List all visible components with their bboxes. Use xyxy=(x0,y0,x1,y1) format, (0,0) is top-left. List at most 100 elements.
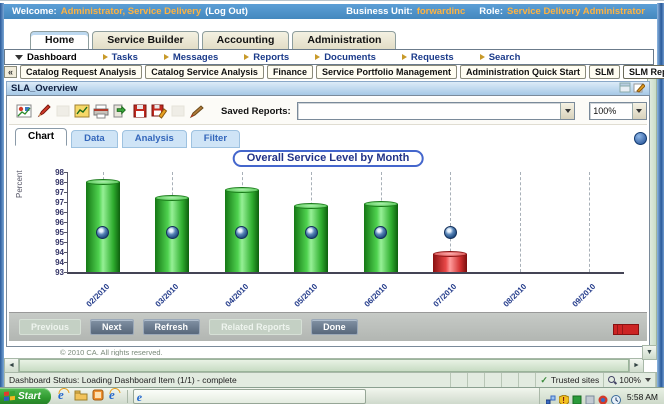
status-pane xyxy=(468,373,485,387)
menu-item-tasks[interactable]: Tasks xyxy=(103,52,138,63)
scroll-left-arrow-icon[interactable]: ◄ xyxy=(5,359,19,372)
target-marker xyxy=(96,226,109,239)
main-tab-service-builder[interactable]: Service Builder xyxy=(92,31,198,49)
dropdown-arrow-icon[interactable] xyxy=(560,103,574,119)
ie-icon: e xyxy=(137,392,142,402)
logout-link[interactable]: (Log Out) xyxy=(205,6,248,17)
refresh-button[interactable]: Refresh xyxy=(143,319,201,335)
red-logo-badge xyxy=(613,324,639,335)
dropdown-arrow-icon[interactable] xyxy=(632,103,646,119)
menu-item-label: Dashboard xyxy=(27,52,77,63)
start-button[interactable]: Start xyxy=(0,388,51,404)
tray-grey-icon[interactable] xyxy=(585,392,595,402)
y-tick-mark xyxy=(64,192,68,193)
report-toolbar: Saved Reports: 100% xyxy=(9,98,647,125)
tray-clock-icon[interactable] xyxy=(611,392,621,402)
security-zone-pane: ✓Trusted sites xyxy=(536,373,604,387)
menu-item-search[interactable]: Search xyxy=(480,52,521,63)
dashboard-tab-finance[interactable]: Finance xyxy=(267,65,313,79)
y-tick-label: 94 xyxy=(55,258,64,267)
y-tick-label: 93 xyxy=(55,268,64,277)
menu-item-dashboard[interactable]: Dashboard xyxy=(15,52,77,63)
menu-item-label: Requests xyxy=(411,52,454,63)
status-pane xyxy=(519,373,536,387)
zoom-dropdown[interactable]: 100% xyxy=(589,102,647,120)
main-tab-strip: HomeService BuilderAccountingAdministrat… xyxy=(30,30,399,49)
folder-icon[interactable] xyxy=(74,388,88,404)
y-tick-mark xyxy=(64,232,68,233)
dashboard-tab-catalog-service-analysis[interactable]: Catalog Service Analysis xyxy=(145,65,264,79)
dashboard-tab-administration-quick-start[interactable]: Administration Quick Start xyxy=(460,65,586,79)
chart-bar[interactable] xyxy=(294,206,328,272)
menu-item-requests[interactable]: Requests xyxy=(402,52,454,63)
tray-messenger-icon[interactable] xyxy=(598,392,608,402)
chart-title: Overall Service Level by Month xyxy=(233,150,424,167)
menu-item-documents[interactable]: Documents xyxy=(315,52,376,63)
export-icon[interactable] xyxy=(111,102,130,120)
windows-taskbar: Start e e e !5:58 AM xyxy=(0,387,664,404)
view-tab-analysis[interactable]: Analysis xyxy=(122,130,187,148)
chart-wizard-icon[interactable] xyxy=(15,102,34,120)
popout-icon[interactable] xyxy=(619,82,631,96)
window-border-right xyxy=(657,3,664,387)
y-tick-label: 98 xyxy=(55,178,64,187)
edit-pencil-icon[interactable] xyxy=(34,102,53,120)
next-button[interactable]: Next xyxy=(90,319,134,335)
page-zoom-pane[interactable]: 100% xyxy=(604,373,656,387)
saved-reports-dropdown[interactable] xyxy=(297,102,576,120)
save-as-icon[interactable] xyxy=(149,102,168,120)
report-panel: Saved Reports: 100% ChartDataAnalysisFil… xyxy=(6,95,650,347)
y-tick-mark xyxy=(64,172,68,173)
done-button[interactable]: Done xyxy=(311,319,358,335)
chart-bar[interactable] xyxy=(433,254,467,272)
status-pane xyxy=(485,373,502,387)
browser-status-bar: Dashboard Status: Loading Dashboard Item… xyxy=(4,372,657,388)
taskbar-app-button[interactable]: e xyxy=(133,389,366,404)
info-icon[interactable] xyxy=(634,132,647,145)
view-tab-data[interactable]: Data xyxy=(71,130,118,148)
main-tab-administration[interactable]: Administration xyxy=(292,31,396,49)
tray-green-icon[interactable] xyxy=(572,392,582,402)
magnifier-icon xyxy=(608,376,616,384)
zoom-value: 100% xyxy=(590,106,632,116)
y-tick-mark xyxy=(64,202,68,203)
scroll-right-arrow-icon[interactable]: ► xyxy=(629,359,643,372)
dashboard-tab-slm[interactable]: SLM xyxy=(589,65,620,79)
view-tab-filter[interactable]: Filter xyxy=(191,130,240,148)
expanded-arrow-icon xyxy=(15,55,23,60)
sla-overview-header: SLA_Overview xyxy=(6,81,650,96)
y-tick-label: 96 xyxy=(55,208,64,217)
dashboard-tab-slm-reports[interactable]: SLM Reports xyxy=(623,65,664,79)
menu-item-messages[interactable]: Messages xyxy=(164,52,218,63)
dashboard-tab-service-portfolio-management[interactable]: Service Portfolio Management xyxy=(316,65,457,79)
main-tab-home[interactable]: Home xyxy=(30,31,89,49)
app-orange-icon[interactable] xyxy=(92,388,104,404)
ie-icon[interactable]: e xyxy=(108,388,121,404)
edit-item-icon[interactable] xyxy=(633,82,645,96)
role-label: Role: xyxy=(479,6,503,17)
horizontal-scrollbar[interactable]: ◄ ► xyxy=(4,358,644,373)
tray-shield-icon[interactable]: ! xyxy=(559,392,569,402)
menu-arrow-icon xyxy=(480,54,485,60)
y-axis-label: Percent xyxy=(15,170,24,198)
system-tray: !5:58 AM xyxy=(539,388,664,404)
main-tab-accounting[interactable]: Accounting xyxy=(202,31,290,49)
tab-scroll-left-button[interactable]: « xyxy=(4,66,17,78)
print-icon[interactable] xyxy=(92,102,111,120)
menu-item-reports[interactable]: Reports xyxy=(244,52,289,63)
business-unit-label: Business Unit: xyxy=(346,6,413,17)
target-marker xyxy=(305,226,318,239)
brush-icon[interactable] xyxy=(188,102,207,120)
save-icon[interactable] xyxy=(130,102,149,120)
scrollbar-thumb[interactable] xyxy=(19,359,629,372)
chart-type-icon[interactable] xyxy=(73,102,92,120)
menu-arrow-icon xyxy=(103,54,108,60)
menu-item-label: Tasks xyxy=(112,52,138,63)
tray-network-icon[interactable] xyxy=(546,392,556,402)
view-tab-chart[interactable]: Chart xyxy=(15,128,67,146)
dashboard-tab-catalog-request-analysis[interactable]: Catalog Request Analysis xyxy=(20,65,142,79)
scroll-down-arrow-icon[interactable]: ▼ xyxy=(642,345,657,360)
ie-icon[interactable]: e xyxy=(57,388,70,404)
start-label: Start xyxy=(18,391,41,402)
business-unit-value: forwardinc xyxy=(417,6,466,17)
